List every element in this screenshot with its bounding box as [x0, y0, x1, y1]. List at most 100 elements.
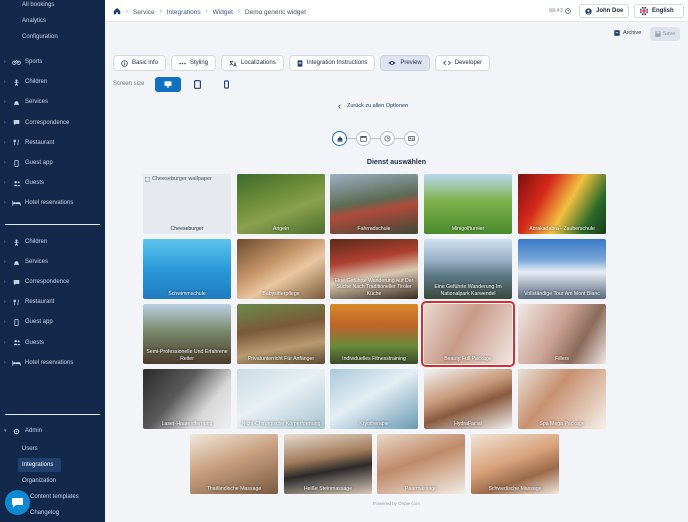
service-tile[interactable]: Schwedische Massage: [471, 434, 559, 494]
service-tile[interactable]: Nicht-Chirurgische Körperformung: [237, 369, 325, 429]
step-service[interactable]: [332, 131, 347, 146]
sidebar-item-users[interactable]: Users: [22, 446, 38, 452]
sidebar-item-services[interactable]: › Services: [0, 256, 105, 268]
chevron-right-icon: ›: [4, 79, 6, 86]
service-tile[interactable]: Abrakadabra - Zauberschule: [518, 174, 606, 234]
chat-support-button[interactable]: [5, 490, 30, 515]
phone-icon: [12, 318, 21, 326]
service-tile[interactable]: Laser-Haarentfernung: [143, 369, 231, 429]
service-tile-label: Eine Geführte Wanderung Im Nationalpark …: [434, 284, 502, 297]
breadcrumb-integrations[interactable]: Integrations: [167, 9, 201, 16]
sidebar-item-label: Guest app: [25, 319, 53, 326]
breadcrumb-widget[interactable]: Widget: [213, 9, 233, 16]
archive-button[interactable]: Archive: [614, 30, 641, 36]
service-tile[interactable]: Schwimmschule: [143, 239, 231, 299]
sidebar-item-changelog[interactable]: Changelog: [30, 510, 59, 516]
screen-tablet-button[interactable]: [184, 77, 210, 92]
sidebar-item-analytics[interactable]: Analytics: [22, 18, 46, 24]
mobile-icon: [223, 80, 229, 89]
chevron-right-icon: ›: [4, 359, 6, 366]
child-icon: [12, 79, 21, 86]
powered-by: Powered by Onpie.com: [373, 501, 420, 506]
sidebar-item-organization[interactable]: Organization: [22, 478, 56, 484]
screen-desktop-button[interactable]: [155, 77, 181, 92]
language-label: English: [652, 8, 674, 14]
chevron-right-icon: ›: [4, 339, 6, 346]
service-tile[interactable]: Thailändische Massage: [190, 434, 278, 494]
sidebar-item-guest-app[interactable]: › Guest app: [0, 157, 105, 169]
sidebar-item-services[interactable]: › Services: [0, 96, 105, 108]
sidebar-item-children[interactable]: › Children: [0, 76, 105, 88]
save-button[interactable]: Save: [650, 27, 680, 41]
chevron-right-icon: ›: [4, 299, 6, 306]
service-tile[interactable]: Angeln: [237, 174, 325, 234]
sidebar-item-hotel-reservations[interactable]: › Hotel reservations: [0, 357, 105, 369]
sidebar-item-sports[interactable]: › Sports: [0, 56, 105, 68]
service-tile[interactable]: HydraFacial: [424, 369, 512, 429]
user-icon: [585, 7, 592, 15]
sidebar-item-guests[interactable]: › Guests: [0, 177, 105, 189]
service-tile[interactable]: Cheeseburger wallpaper Cheeseburger: [143, 174, 231, 234]
tab-basic-info[interactable]: Basic info: [113, 55, 167, 71]
step-time[interactable]: [380, 131, 395, 146]
breadcrumb: › Service › Integrations › Widget › Demo…: [113, 7, 306, 17]
step-date[interactable]: [356, 131, 371, 146]
sidebar-divider: [5, 224, 100, 225]
sidebar-item-all-bookings[interactable]: All bookings: [22, 2, 54, 8]
service-tile[interactable]: Eine Geführte Wanderung Im Nationalpark …: [424, 239, 512, 299]
service-tile[interactable]: Kryotherapie: [330, 369, 418, 429]
sidebar-item-label: Services: [25, 99, 49, 106]
tab-developer[interactable]: Developer: [434, 55, 491, 71]
language-selector[interactable]: English: [634, 4, 684, 18]
sidebar-item-label: Hotel reservations: [25, 359, 74, 366]
service-tile[interactable]: Individuelles Fitnesstraining: [330, 304, 418, 364]
service-tile[interactable]: Babysitterpflege: [237, 239, 325, 299]
service-tile[interactable]: Beauty Full Package: [421, 301, 515, 367]
sidebar-item-configuration[interactable]: Configuration: [22, 34, 58, 40]
service-tile[interactable]: Privatunterricht Für Anfänger: [237, 304, 325, 364]
tab-styling[interactable]: Styling: [171, 55, 217, 71]
service-tile[interactable]: Spa Mega Package: [518, 369, 606, 429]
tab-integration-instructions[interactable]: Integration Instructions: [288, 55, 376, 71]
service-tile[interactable]: Minigolfturnier: [424, 174, 512, 234]
home-icon[interactable]: [113, 7, 121, 17]
gear-icon: [12, 428, 21, 435]
sidebar-item-restaurant[interactable]: › Restaurant: [0, 137, 105, 149]
chevron-right-icon: ›: [4, 160, 6, 166]
user-name: John Doe: [596, 8, 624, 14]
sidebar-item-integrations[interactable]: Integrations: [18, 458, 61, 472]
service-tile[interactable]: Heiße Steinmassage: [284, 434, 372, 494]
sidebar-item-guests[interactable]: › Guests: [0, 337, 105, 349]
user-menu-button[interactable]: John Doe: [579, 4, 629, 18]
sidebar-item-correspondence[interactable]: › Correspondence: [0, 117, 105, 129]
service-tile[interactable]: Fillers: [518, 304, 606, 364]
breadcrumb-service[interactable]: Service: [133, 9, 155, 16]
service-tile-label: Fillers: [555, 355, 569, 362]
translate-icon: [229, 60, 237, 67]
sidebar-item-children[interactable]: › Children: [0, 236, 105, 248]
chevron-right-icon: ›: [205, 9, 208, 15]
service-tile[interactable]: Vollständige Tour Am Mont Blanc: [518, 239, 606, 299]
service-tile[interactable]: Semi-Professionelle Und Erfahrene Reiter: [143, 304, 231, 364]
service-tile[interactable]: Eine Geführte Wanderung Auf Der Suche Na…: [330, 239, 418, 299]
child-icon: [12, 238, 21, 246]
broken-image-alt: Cheeseburger wallpaper: [145, 176, 212, 182]
sidebar-item-admin[interactable]: ▾ Admin: [0, 425, 105, 437]
sidebar-item-correspondence[interactable]: › Correspondence: [0, 276, 105, 288]
archive-label: Archive: [623, 30, 642, 36]
tab-localizations[interactable]: Localizations: [221, 55, 284, 71]
sidebar-item-label: Children: [25, 239, 48, 245]
service-tile-label: Cheeseburger: [170, 225, 204, 232]
tab-preview[interactable]: Preview: [380, 55, 430, 71]
sidebar-item-content-templates[interactable]: Content templates: [30, 494, 79, 500]
service-tile[interactable]: Paarmassage: [377, 434, 465, 494]
sidebar-item-hotel-reservations[interactable]: › Hotel reservations: [0, 197, 105, 209]
screen-mobile-button[interactable]: [213, 77, 239, 92]
sidebar: All bookings Analytics Configuration › Sp…: [0, 0, 105, 522]
step-details[interactable]: [404, 131, 419, 146]
sidebar-item-guest-app[interactable]: › Guest app: [0, 316, 105, 328]
back-to-all-options-link[interactable]: ‹ Zurück zu allen Optionen: [338, 102, 408, 111]
service-tile[interactable]: Fahrradschule: [330, 174, 418, 234]
service-tile-label: Abrakadabra - Zauberschule: [529, 225, 595, 232]
sidebar-item-restaurant[interactable]: › Restaurant: [0, 296, 105, 308]
